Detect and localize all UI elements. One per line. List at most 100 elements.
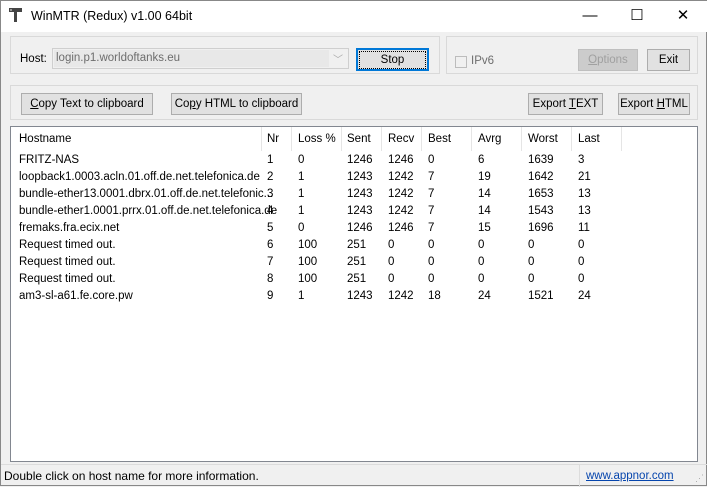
table-cell: 21 [578, 171, 591, 183]
table-header: Hostname Nr Loss % Sent Recv Best Avrg Worst Las… [11, 127, 697, 151]
table-cell: 251 [347, 239, 367, 251]
table-cell: 1246 [388, 222, 414, 234]
results-table[interactable]: Hostname Nr Loss % Sent Recv Best Avrg Worst Las… [10, 126, 698, 462]
status-bar: Double click on host name for more infor… [1, 464, 707, 487]
options-accel: O [588, 54, 598, 66]
table-cell: 6 [478, 154, 485, 166]
column-header-nr[interactable]: Nr [267, 133, 279, 145]
minimize-button[interactable]: — [568, 5, 612, 27]
table-cell: 8 [267, 273, 274, 285]
column-header-worst[interactable]: Worst [528, 133, 558, 145]
hostname-cell: FRITZ-NAS [19, 154, 80, 166]
hostname-cell: Request timed out. [19, 256, 116, 268]
column-divider[interactable] [571, 127, 572, 151]
table-cell: 3 [267, 188, 274, 200]
table-row[interactable]: loopback1.0003.acln.01.off.de.net.telefo… [11, 170, 697, 187]
column-divider[interactable] [521, 127, 522, 151]
table-cell: 100 [298, 256, 318, 268]
table-cell: 0 [528, 273, 535, 285]
table-row[interactable]: fremaks.fra.ecix.net 5 0 1246 1246 7 15 1696 11 [11, 221, 697, 238]
options-button[interactable]: Options [578, 49, 638, 71]
table-cell: 13 [578, 205, 591, 217]
table-cell: 1 [298, 188, 305, 200]
table-cell: 0 [298, 222, 305, 234]
table-row[interactable]: bundle-ether1.0001.prrx.01.off.de.net.te… [11, 204, 697, 221]
column-divider[interactable] [291, 127, 292, 151]
host-input[interactable]: login.p1.worldoftanks.eu [54, 50, 329, 67]
column-header-best[interactable]: Best [428, 133, 451, 145]
table-cell: 18 [428, 290, 441, 302]
table-cell: 14 [478, 205, 491, 217]
table-cell: 100 [298, 273, 318, 285]
table-cell: 15 [478, 222, 491, 234]
table-row[interactable]: FRITZ-NAS 1 0 1246 1246 0 6 1639 3 [11, 153, 697, 170]
table-cell: 1653 [528, 188, 554, 200]
column-header-sent[interactable]: Sent [347, 133, 371, 145]
copy-text-button[interactable]: Copy Text to clipboard [21, 93, 153, 115]
table-row[interactable]: Request timed out. 8 100 251 0 0 0 0 0 [11, 272, 697, 289]
table-cell: 6 [267, 239, 274, 251]
table-cell: 1642 [528, 171, 554, 183]
export-text-button[interactable]: Export TEXT [528, 93, 603, 115]
exit-button[interactable]: Exit [647, 49, 690, 71]
a: C [30, 98, 39, 110]
column-divider[interactable] [621, 127, 622, 151]
host-combobox[interactable]: login.p1.worldoftanks.eu ﹀ [52, 48, 349, 69]
table-cell: 7 [428, 171, 435, 183]
table-cell: 2 [267, 171, 274, 183]
table-row[interactable]: Request timed out. 6 100 251 0 0 0 0 0 [11, 238, 697, 255]
ipv6-checkbox[interactable] [455, 56, 467, 68]
column-divider[interactable] [381, 127, 382, 151]
table-cell: 1 [267, 154, 274, 166]
column-divider[interactable] [471, 127, 472, 151]
hostname-cell: fremaks.fra.ecix.net [19, 222, 120, 234]
table-cell: 1242 [388, 171, 414, 183]
table-cell: 19 [478, 171, 491, 183]
column-header-avrg[interactable]: Avrg [478, 133, 501, 145]
hostname-cell: am3-sl-a61.fe.core.pw [19, 290, 133, 302]
close-button[interactable]: ✕ [661, 5, 705, 27]
column-header-last[interactable]: Last [578, 133, 600, 145]
hostname-cell: loopback1.0003.acln.01.off.de.net.telefo… [19, 171, 260, 183]
table-cell: 1696 [528, 222, 554, 234]
table-cell: 0 [578, 273, 585, 285]
a: H [656, 98, 665, 110]
column-header-hostname[interactable]: Hostname [19, 133, 71, 145]
table-cell: 5 [267, 222, 274, 234]
column-header-recv[interactable]: Recv [388, 133, 414, 145]
window-title: WinMTR (Redux) v1.00 64bit [31, 9, 193, 23]
table-cell: 1 [298, 171, 305, 183]
copy-html-button[interactable]: Copy HTML to clipboard [171, 93, 302, 115]
table-cell: 1242 [388, 188, 414, 200]
table-cell: 7 [428, 188, 435, 200]
column-divider[interactable] [341, 127, 342, 151]
l: EXT [575, 98, 599, 110]
table-cell: 100 [298, 239, 318, 251]
table-cell: 0 [428, 256, 435, 268]
table-row[interactable]: bundle-ether13.0001.dbrx.01.off.de.net.t… [11, 187, 697, 204]
table-cell: 1 [298, 205, 305, 217]
hostname-cell: Request timed out. [19, 239, 116, 251]
appnor-link[interactable]: www.appnor.com [586, 470, 674, 482]
stop-button[interactable]: Stop [356, 48, 429, 71]
column-divider[interactable] [421, 127, 422, 151]
table-cell: 7 [267, 256, 274, 268]
table-row[interactable]: am3-sl-a61.fe.core.pw 9 1 1243 1242 18 24 1521 2… [11, 289, 697, 306]
table-cell: 0 [388, 256, 395, 268]
l: Export [620, 98, 657, 110]
column-header-loss[interactable]: Loss % [298, 133, 336, 145]
table-cell: 0 [428, 273, 435, 285]
table-cell: 13 [578, 188, 591, 200]
export-html-button[interactable]: Export HTML [618, 93, 690, 115]
table-cell: 1246 [388, 154, 414, 166]
table-cell: 0 [428, 239, 435, 251]
column-divider[interactable] [261, 127, 262, 151]
chevron-down-icon[interactable]: ﹀ [333, 51, 343, 66]
maximize-button[interactable]: ☐ [615, 5, 659, 27]
options-label: ptions [597, 54, 628, 66]
table-row[interactable]: Request timed out. 7 100 251 0 0 0 0 0 [11, 255, 697, 272]
table-cell: 11 [578, 222, 590, 234]
table-cell: 1521 [528, 290, 554, 302]
table-cell: 1243 [347, 205, 373, 217]
resize-grip-icon[interactable]: ⋰ [695, 473, 704, 484]
